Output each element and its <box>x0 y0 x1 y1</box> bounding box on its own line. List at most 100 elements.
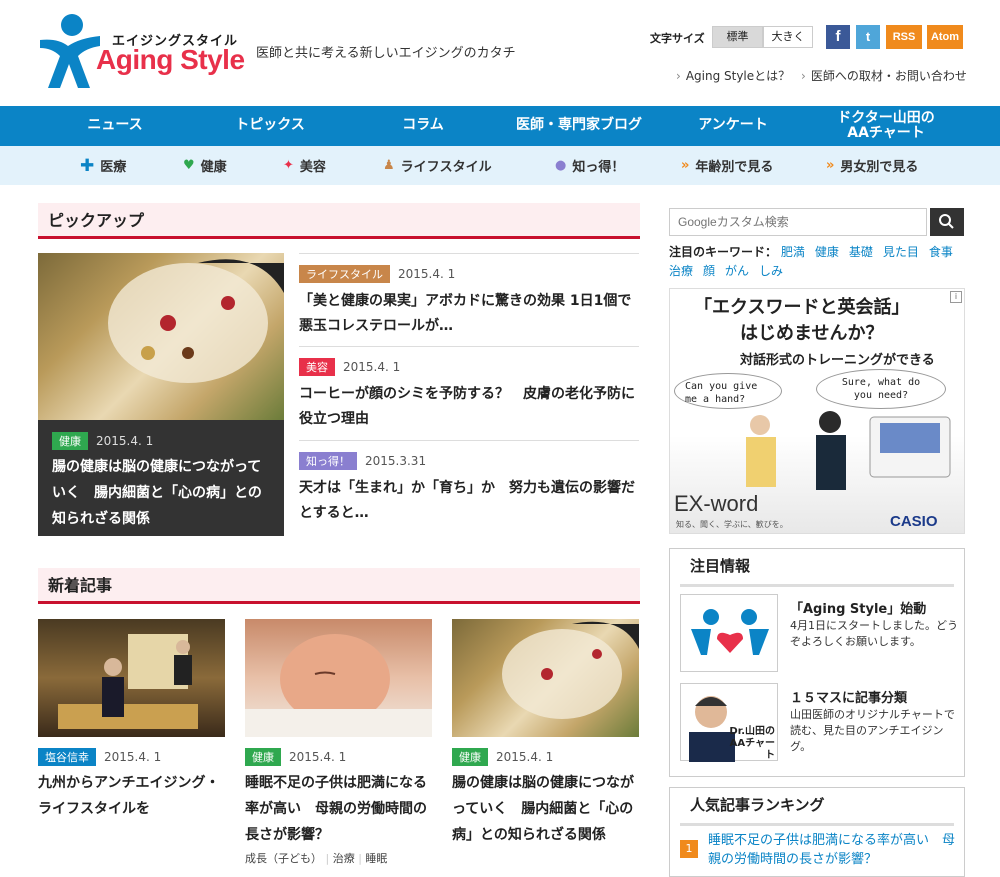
tag-badge[interactable]: ライフスタイル <box>299 265 390 283</box>
ranking-heading: 人気記事ランキング <box>680 788 954 826</box>
search-input[interactable] <box>669 208 927 236</box>
article-date: 2015.4. 1 <box>496 750 554 764</box>
notice-text: 4月1日にスタートしました。どうぞよろしくお願いします。 <box>790 619 958 648</box>
notice-thumb[interactable] <box>680 594 778 672</box>
article-date: 2015.4. 1 <box>343 360 401 374</box>
ad-info-icon[interactable]: i <box>950 291 962 303</box>
ad-brand: CASIO <box>890 513 938 530</box>
keyword-link[interactable]: しみ <box>759 264 783 278</box>
keyword-link[interactable]: 食事 <box>929 245 953 259</box>
font-size-standard-button[interactable]: 標準 <box>712 26 763 48</box>
category-nav: ✚ 医療 ♥ 健康 ✦ 美容 ♟ ライフスタイル ● 知っ得！ » 年齢別で見る » 男女別で… <box>0 146 1000 185</box>
keyword-link[interactable]: 成長（子ども） <box>245 852 322 865</box>
logo-text[interactable]: Aging Style <box>96 44 245 76</box>
font-size-large-button[interactable]: 大きく <box>763 26 813 48</box>
article-date: 2015.3.31 <box>365 454 427 468</box>
article-keywords: 成長（子ども） | 治療 | 睡眠 <box>245 852 388 865</box>
cat-tips[interactable]: ● 知っ得！ <box>555 146 624 185</box>
notice-heading: 注目情報 <box>680 549 954 587</box>
facebook-icon[interactable]: f <box>826 25 850 49</box>
chevron-down-icon: » <box>826 158 835 173</box>
nav-aa-chart[interactable]: ドクター山田のAAチャート <box>830 106 942 146</box>
keyword-link[interactable]: 治療 <box>333 852 355 865</box>
about-link[interactable]: Aging Styleとは？ <box>676 67 790 84</box>
cat-by-gender[interactable]: » 男女別で見る <box>826 146 918 185</box>
pickup-item[interactable]: 知っ得！ 2015.3.31 天才は「生まれ」か「育ち」か 努力も遺伝の影響だとす… <box>299 440 639 526</box>
article-title[interactable]: 腸の健康は脳の健康につながっていく 腸内細菌と「心の病」との知られざる関係 <box>52 454 270 532</box>
rss-button[interactable]: RSS <box>886 25 922 49</box>
tag-badge[interactable]: 健康 <box>452 748 488 766</box>
article-image[interactable] <box>452 619 639 737</box>
new-article-card[interactable]: 塩谷信幸 2015.4. 1 九州からアンチエイジング・ライフスタイルを <box>38 619 225 822</box>
ranking-box: 人気記事ランキング 1 睡眠不足の子供は肥満になる率が高い 母親の労働時間の長さ… <box>669 787 965 877</box>
keyword-link[interactable]: 肥満 <box>781 245 805 259</box>
logo-figure-icon <box>691 609 769 655</box>
keyword-link[interactable]: 治療 <box>669 264 693 278</box>
article-title[interactable]: 腸の健康は脳の健康につながっていく 腸内細菌と「心の病」との知られざる関係 <box>452 770 639 848</box>
article-date: 2015.4. 1 <box>289 750 347 764</box>
rank-number: 1 <box>680 840 698 858</box>
logo-figure-icon[interactable] <box>38 12 102 90</box>
cat-by-age[interactable]: » 年齢別で見る <box>681 146 773 185</box>
contact-link[interactable]: 医師への取材・お問い合わせ <box>801 67 967 84</box>
cat-medical[interactable]: ✚ 医療 <box>80 146 126 185</box>
ad-subtitle: 対話形式のトレーニングができる <box>740 353 935 368</box>
keyword-link[interactable]: 見た目 <box>883 245 919 259</box>
pickup-feature-card[interactable]: 健康 2015.4. 1 腸の健康は脳の健康につながっていく 腸内細菌と「心の病」… <box>38 420 284 536</box>
atom-button[interactable]: Atom <box>927 25 963 49</box>
notice-text: 山田医師のオリジナルチャートで読む、見た目のアンチエイジング。 <box>790 708 955 753</box>
new-article-card[interactable]: 健康 2015.4. 1 睡眠不足の子供は肥満になる率が高い 母親の労働時間の長さ… <box>245 619 432 866</box>
article-title[interactable]: 「美と健康の果実」アボカドに驚きの効果 1日1個で悪玉コレステロールが… <box>299 289 639 339</box>
article-title[interactable]: 睡眠不足の子供は肥満になる率が高い 母親の労働時間の長さが影響？ <box>245 770 432 848</box>
new-articles-heading: 新着記事 <box>38 568 640 604</box>
pickup-heading: ピックアップ <box>38 203 640 239</box>
thumb-caption: Dr.山田のAAチャート <box>729 726 775 761</box>
pickup-item[interactable]: 美容 2015.4. 1 コーヒーが顔のシミを予防する？ 皮膚の老化予防に役立つ理… <box>299 346 639 432</box>
notice-box: 注目情報 「Aging Style」始動 4月1日にスタートしました。どうぞよろ… <box>669 548 965 777</box>
keyword-link[interactable]: 睡眠 <box>365 852 387 865</box>
keyword-link[interactable]: 基礎 <box>849 245 873 259</box>
keyword-link[interactable]: 顔 <box>703 264 715 278</box>
nav-news[interactable]: ニュース <box>60 106 170 146</box>
cat-lifestyle[interactable]: ♟ ライフスタイル <box>383 146 492 185</box>
sparkle-icon: ✦ <box>283 158 294 173</box>
advertisement-banner[interactable]: 「エクスワードと英会話」 はじめませんか？ 対話形式のトレーニングができる Ca… <box>669 288 965 534</box>
cat-health[interactable]: ♥ 健康 <box>183 146 227 185</box>
tag-badge[interactable]: 知っ得！ <box>299 452 357 470</box>
tag-badge[interactable]: 塩谷信幸 <box>38 748 96 766</box>
nav-column[interactable]: コラム <box>368 106 478 146</box>
twitter-icon[interactable]: t <box>856 25 880 49</box>
cat-beauty[interactable]: ✦ 美容 <box>283 146 326 185</box>
article-date: 2015.4. 1 <box>398 267 456 281</box>
article-date: 2015.4. 1 <box>96 434 154 448</box>
keyword-label: 注目のキーワード： <box>669 245 778 259</box>
article-title[interactable]: コーヒーが顔のシミを予防する？ 皮膚の老化予防に役立つ理由 <box>299 382 639 432</box>
search-button[interactable] <box>930 208 964 236</box>
keyword-link[interactable]: 健康 <box>815 245 839 259</box>
speech-bubble: Can you give me a hand? <box>674 373 782 409</box>
tag-badge[interactable]: 健康 <box>245 748 281 766</box>
article-date: 2015.4. 1 <box>104 750 162 764</box>
notice-title[interactable]: 「Aging Style」始動 <box>790 598 926 617</box>
article-image[interactable] <box>245 619 432 737</box>
pickup-item[interactable]: ライフスタイル 2015.4. 1 「美と健康の果実」アボカドに驚きの効果 1日1… <box>299 253 639 339</box>
font-size-label: 文字サイズ <box>650 32 705 45</box>
ad-product-tagline: 知る、聞く、学ぶに、歓びを。 <box>676 520 788 529</box>
plus-icon: ✚ <box>80 155 95 176</box>
nav-blog[interactable]: 医師・専門家ブログ <box>505 106 653 146</box>
article-title[interactable]: 九州からアンチエイジング・ライフスタイルを <box>38 770 225 822</box>
article-title[interactable]: 天才は「生まれ」か「育ち」か 努力も遺伝の影響だとすると… <box>299 476 639 526</box>
keyword-link[interactable]: がん <box>725 264 749 278</box>
nav-topics[interactable]: トピックス <box>215 106 325 146</box>
tag-badge[interactable]: 健康 <box>52 432 88 450</box>
main-nav: ニュース トピックス コラム 医師・専門家ブログ アンケート ドクター山田のAA… <box>0 106 1000 146</box>
person-icon: ♟ <box>383 158 395 173</box>
new-article-card[interactable]: 健康 2015.4. 1 腸の健康は脳の健康につながっていく 腸内細菌と「心の病」… <box>452 619 639 848</box>
notice-thumb[interactable]: Dr.山田のAAチャート <box>680 683 778 762</box>
nav-survey[interactable]: アンケート <box>678 106 788 146</box>
pickup-feature-image[interactable] <box>38 253 284 420</box>
ranking-item-link[interactable]: 睡眠不足の子供は肥満になる率が高い 母親の労働時間の長さが影響？ <box>708 831 958 869</box>
article-image[interactable] <box>38 619 225 737</box>
tag-badge[interactable]: 美容 <box>299 358 335 376</box>
notice-title[interactable]: １５マスに記事分類 <box>790 687 907 706</box>
